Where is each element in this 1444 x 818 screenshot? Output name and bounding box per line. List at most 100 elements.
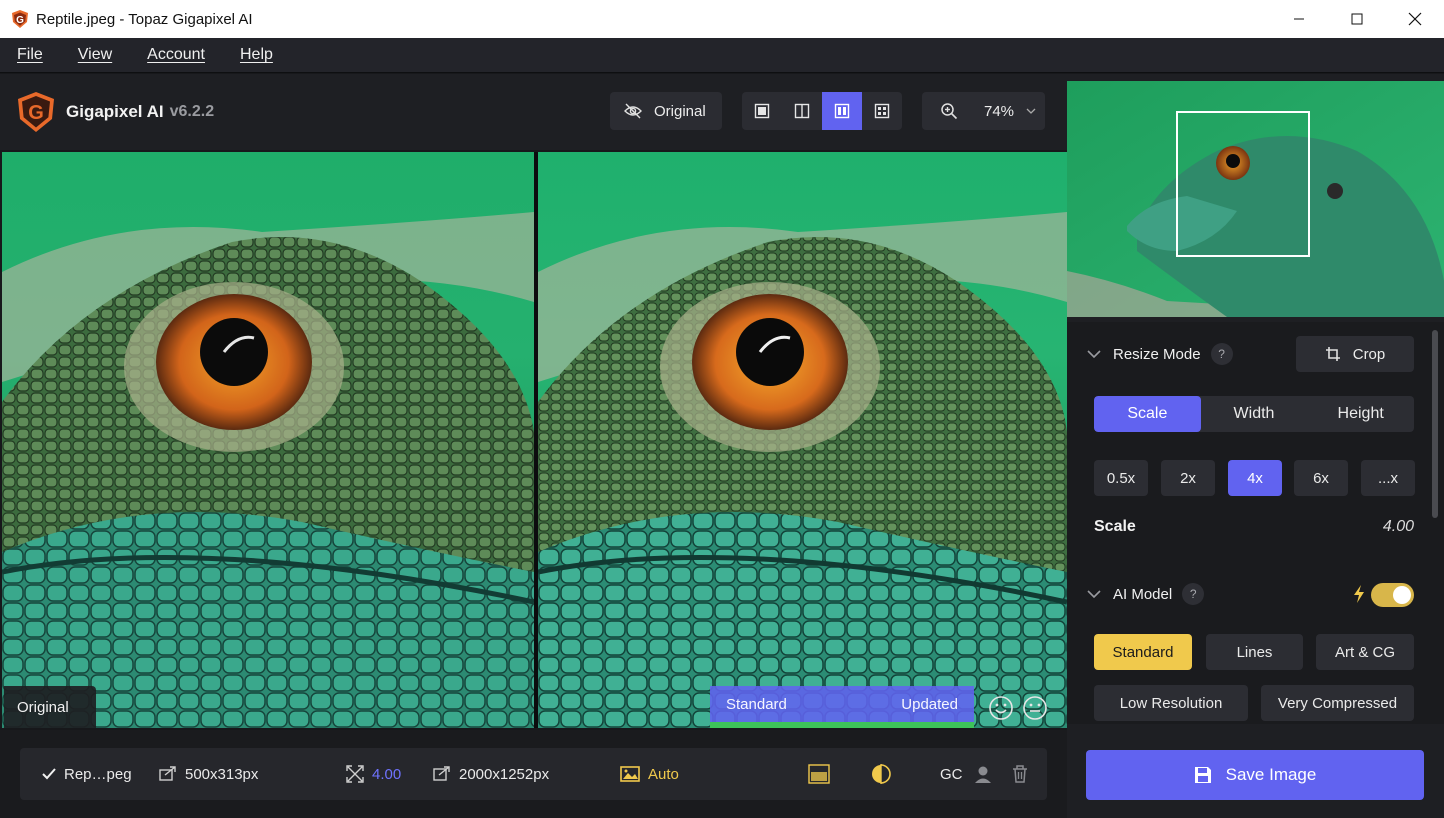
status-progress-fill — [710, 722, 974, 728]
title-bar: G Reptile.jpeg - Topaz Gigapixel AI — [0, 0, 1444, 38]
scale-preset-0-5x[interactable]: 0.5x — [1094, 460, 1148, 496]
svg-text:G: G — [28, 102, 44, 124]
settings-scroll-area: Resize Mode ? Crop Scale Width Height 0.… — [1067, 322, 1444, 724]
lizard-original-image — [2, 152, 534, 728]
auto-image-icon — [620, 766, 640, 782]
input-size-icon — [159, 766, 176, 781]
maximize-icon — [1351, 13, 1363, 25]
menu-account[interactable]: Account — [147, 46, 205, 64]
auto-settings-item[interactable]: Auto — [620, 748, 679, 800]
color-correction-button[interactable] — [870, 748, 900, 800]
window-controls — [1270, 0, 1444, 38]
file-row[interactable]: Rep…peg 500x313px 4.00 2000x1252px Auto … — [20, 748, 1047, 800]
smile-feedback-icon[interactable] — [988, 695, 1014, 721]
settings-scrollbar[interactable] — [1432, 330, 1438, 518]
chevron-down-icon — [1026, 108, 1036, 114]
output-size: 2000x1252px — [459, 765, 550, 783]
tab-height[interactable]: Height — [1307, 396, 1414, 432]
lightning-icon — [1354, 585, 1364, 603]
main-toolbar: G Gigapixel AI v6.2.2 Original 74% — [0, 74, 1067, 150]
menu-file[interactable]: File — [17, 46, 43, 64]
minimize-button[interactable] — [1270, 0, 1328, 38]
show-original-button[interactable]: Original — [610, 92, 722, 130]
color-correction-icon — [872, 764, 891, 784]
resize-mode-label: Resize Mode — [1113, 345, 1201, 363]
maximize-button[interactable] — [1328, 0, 1386, 38]
trash-icon — [1013, 765, 1027, 783]
crop-label: Crop — [1352, 345, 1386, 363]
delete-button[interactable] — [1012, 748, 1036, 800]
model-standard-button[interactable]: Standard — [1094, 634, 1192, 670]
brand: G Gigapixel AI v6.2.2 — [14, 90, 214, 134]
enhanced-image-pane[interactable] — [538, 152, 1067, 728]
save-icon — [1194, 767, 1211, 783]
ai-model-help-icon[interactable]: ? — [1182, 583, 1205, 605]
crop-button[interactable]: Crop — [1296, 336, 1414, 372]
neutral-feedback-icon[interactable] — [1022, 695, 1048, 721]
model-lines-button[interactable]: Lines — [1206, 634, 1303, 670]
save-image-button[interactable]: Save Image — [1086, 750, 1424, 800]
navigator-preview[interactable] — [1067, 81, 1444, 317]
navigator-viewport-frame[interactable] — [1176, 111, 1310, 257]
tab-scale[interactable]: Scale — [1094, 396, 1201, 432]
zoom-in-icon — [941, 103, 958, 120]
quad-view-icon — [874, 103, 890, 119]
scale-value-input[interactable]: 4.00 — [1383, 518, 1414, 536]
window-title: Reptile.jpeg - Topaz Gigapixel AI — [36, 10, 253, 28]
model-very-compressed-button[interactable]: Very Compressed — [1261, 685, 1414, 721]
side-by-side-view-icon — [834, 103, 850, 119]
input-size-item: 500x313px — [159, 748, 258, 800]
processing-status-bar: Standard Updated — [710, 686, 974, 728]
scale-preset-4x[interactable]: 4x — [1228, 460, 1282, 496]
tab-width[interactable]: Width — [1201, 396, 1308, 432]
gigapixel-logo-icon: G — [18, 92, 54, 132]
model-art-cg-button[interactable]: Art & CG — [1316, 634, 1414, 670]
original-pane-label: Original — [4, 686, 96, 728]
menu-bar: File View Account Help — [0, 38, 1444, 73]
chevron-down-icon — [1087, 589, 1101, 598]
resize-help-icon[interactable]: ? — [1210, 343, 1233, 365]
input-size: 500x313px — [185, 765, 259, 783]
side-by-side-view-button[interactable] — [822, 92, 862, 130]
close-window-button[interactable] — [1386, 0, 1444, 38]
resize-mode-header[interactable]: Resize Mode ? — [1067, 337, 1233, 371]
ai-model-label: AI Model — [1113, 585, 1173, 603]
settings-panel: Resize Mode ? Crop Scale Width Height 0.… — [1067, 74, 1444, 818]
split-view-icon — [794, 103, 810, 119]
scale-preset-6x[interactable]: 6x — [1294, 460, 1348, 496]
output-size-icon — [433, 766, 450, 781]
gc-button[interactable]: GC — [940, 748, 1001, 800]
view-mode-group — [742, 92, 902, 130]
lizard-enhanced-image — [538, 152, 1067, 728]
show-original-label: Original — [654, 102, 706, 120]
grain-icon — [808, 764, 830, 784]
minimize-icon — [1294, 18, 1304, 20]
scale-factor-item: 4.00 — [346, 748, 401, 800]
original-image-pane[interactable] — [2, 152, 534, 728]
scale-label: Scale — [1094, 518, 1136, 535]
scale-preset-custom[interactable]: ...x — [1361, 460, 1415, 496]
split-view-button[interactable] — [782, 92, 822, 130]
file-name-item: Rep…peg — [42, 748, 132, 800]
app-version: v6.2.2 — [169, 103, 215, 120]
grain-button[interactable] — [808, 748, 838, 800]
face-recovery-icon — [974, 766, 991, 783]
menu-help[interactable]: Help — [240, 46, 273, 64]
single-view-button[interactable] — [742, 92, 782, 130]
gc-label: GC — [940, 765, 963, 783]
zoom-dropdown[interactable]: 74% — [922, 92, 1045, 130]
eye-off-icon — [624, 103, 642, 119]
menu-view[interactable]: View — [78, 46, 112, 64]
quad-view-button[interactable] — [862, 92, 902, 130]
chevron-down-icon — [1087, 349, 1101, 358]
ai-auto-toggle[interactable] — [1371, 583, 1414, 607]
close-icon — [1408, 12, 1422, 26]
scale-preset-2x[interactable]: 2x — [1161, 460, 1215, 496]
svg-text:G: G — [16, 15, 24, 26]
model-low-resolution-button[interactable]: Low Resolution — [1094, 685, 1248, 721]
single-view-icon — [754, 103, 770, 119]
ai-model-header[interactable]: AI Model ? — [1067, 577, 1205, 611]
app-logo-icon: G — [12, 10, 28, 28]
scale-presets: 0.5x 2x 4x 6x ...x — [1094, 460, 1415, 496]
bottom-bar: Rep…peg 500x313px 4.00 2000x1252px Auto … — [0, 730, 1067, 818]
